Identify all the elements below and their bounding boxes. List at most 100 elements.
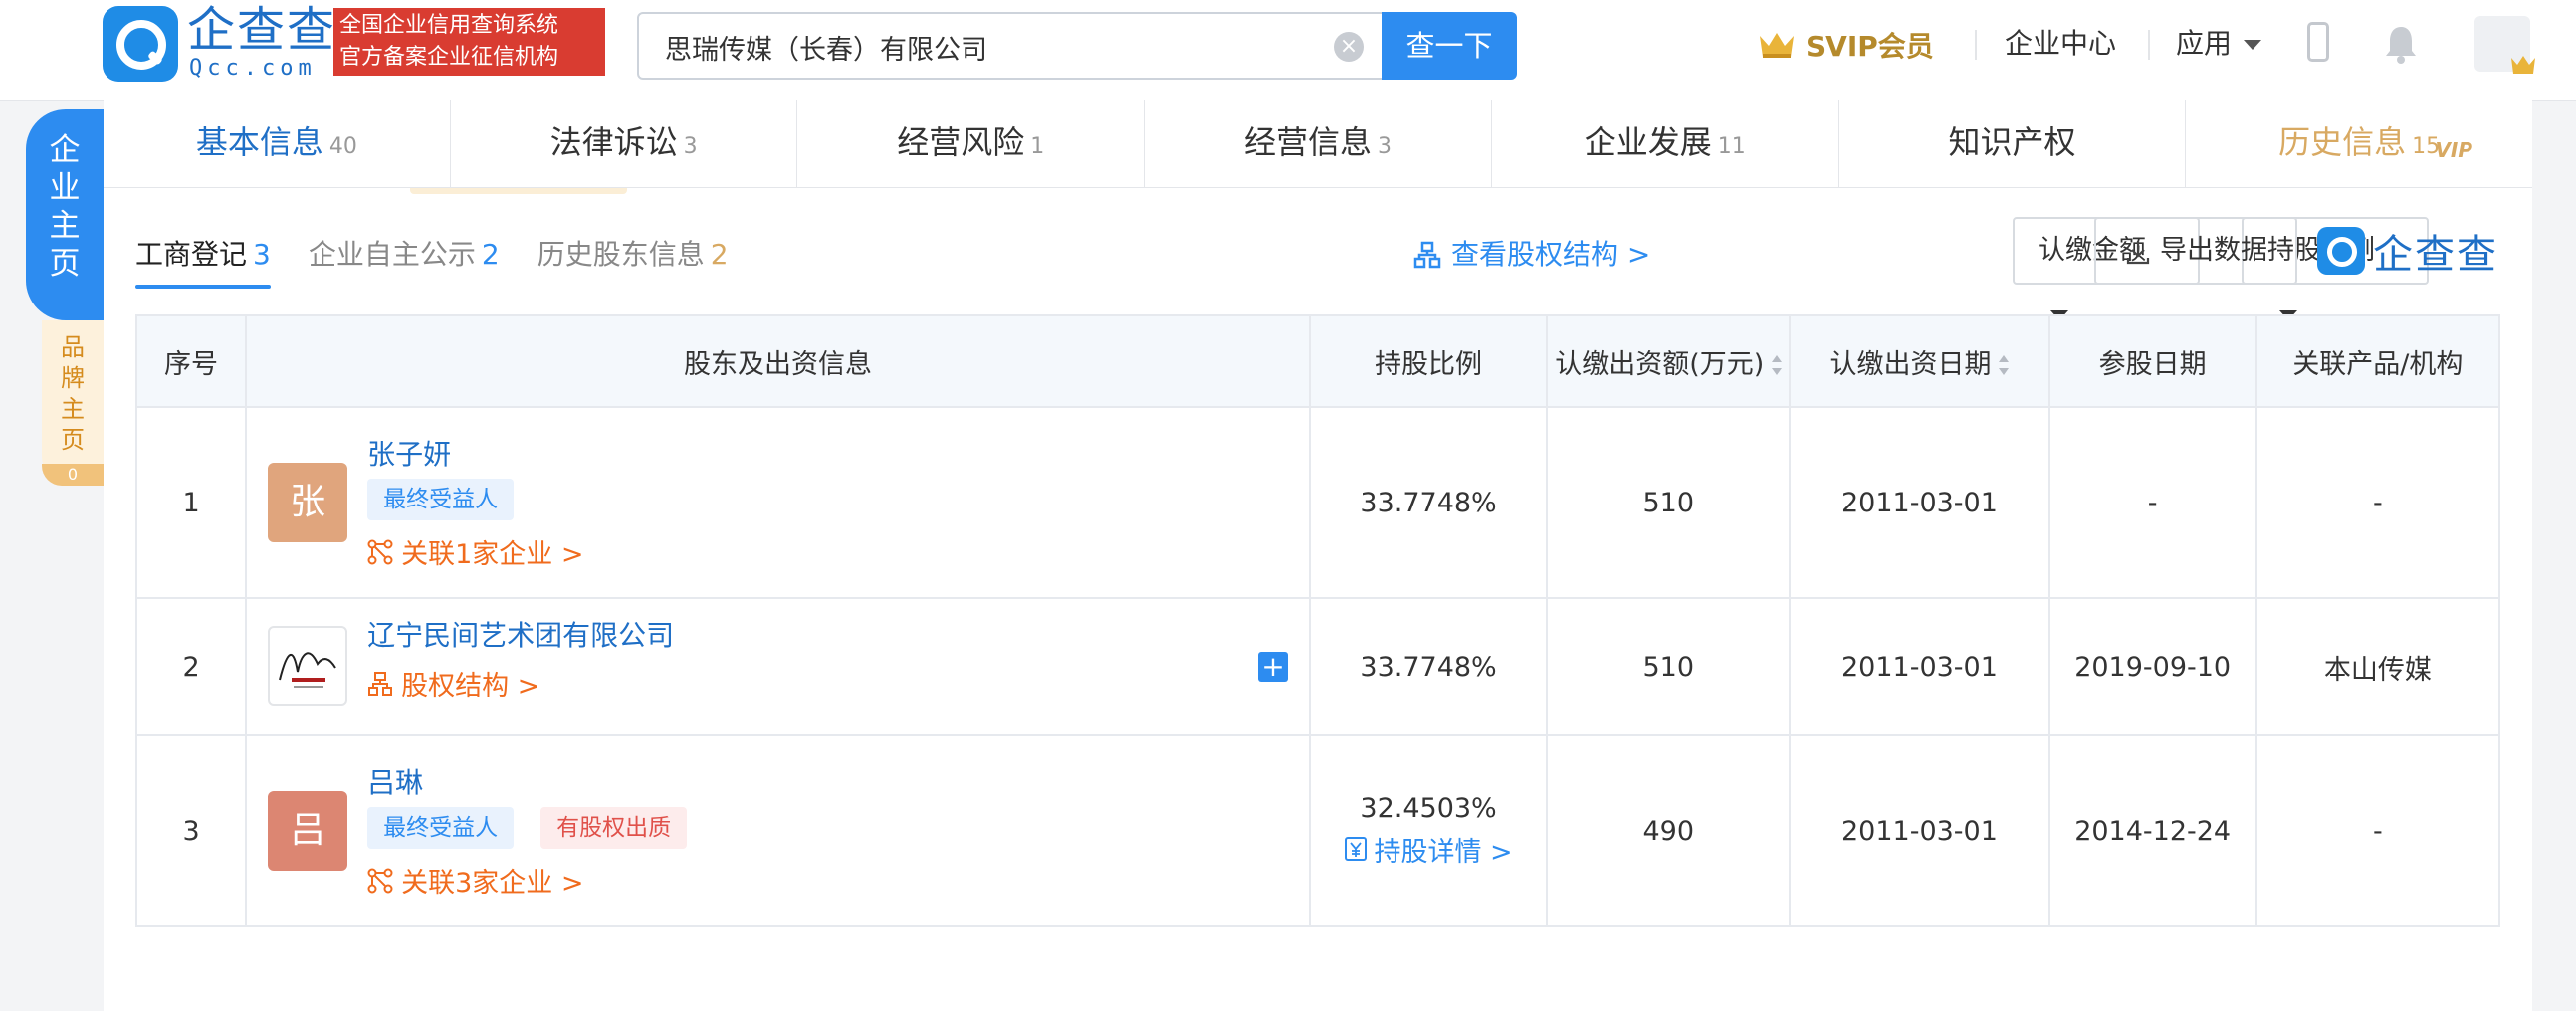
tab-basic-info[interactable]: 基本信息 40	[104, 100, 451, 187]
search-button[interactable]: 查一下	[1382, 12, 1517, 80]
shareholder-name-link[interactable]: 辽宁民间艺术团有限公司	[367, 614, 674, 654]
equity-pledge-tag: 有股权出质	[540, 807, 688, 849]
tab-development[interactable]: 企业发展 11	[1492, 100, 1839, 187]
tab-label: 经营风险	[897, 123, 1025, 161]
subtab-self-disclosure[interactable]: 企业自主公示 2	[309, 233, 500, 283]
table-header-row: 序号 股东及出资信息 持股比例 认缴出资额(万元) 认缴出资日期 参股日期 关联…	[134, 314, 2501, 408]
cell-amount: 510	[1546, 406, 1792, 599]
side-char: 页	[61, 426, 85, 454]
col-header-shareholder: 股东及出资信息	[245, 314, 1311, 408]
tab-ip[interactable]: 知识产权	[1839, 100, 2187, 187]
tab-business-info[interactable]: 经营信息 3	[1145, 100, 1492, 187]
related-product-link[interactable]: 本山传媒	[2254, 597, 2501, 736]
tab-label: 知识产权	[1948, 123, 2076, 161]
slogan-line-1: 全国企业信用查询系统	[339, 13, 559, 38]
logo-name[interactable]: 企查查	[187, 2, 336, 58]
cell-join-date: 2019-09-10	[2047, 597, 2257, 736]
equity-link-label: 股权结构 >	[401, 671, 540, 702]
beneficiary-tag: 最终受益人	[367, 807, 515, 849]
tab-history[interactable]: 历史信息 15 VIP	[2186, 100, 2532, 187]
side-char: 主	[49, 208, 81, 244]
apps-label: 应用	[2176, 27, 2233, 60]
shareholder-table: 序号 股东及出资信息 持股比例 认缴出资额(万元) 认缴出资日期 参股日期 关联…	[134, 314, 2501, 927]
equity-structure-link[interactable]: 股权结构 >	[367, 664, 539, 703]
tab-count: 1	[1030, 134, 1045, 159]
side-char: 企	[49, 132, 81, 168]
apps-menu[interactable]: 应用	[2176, 24, 2262, 64]
qcc-mark-icon	[2317, 227, 2365, 275]
bell-icon[interactable]	[2383, 24, 2419, 64]
cell-shareholder: 吕 吕琳 最终受益人 有股权出质 关联3家企业 >	[245, 734, 1311, 927]
export-data-button[interactable]: 导出数据	[2094, 217, 2297, 285]
tab-label: 法律诉讼	[549, 123, 678, 161]
subtab-count: 3	[253, 238, 271, 271]
shareholder-name-link[interactable]: 吕琳	[367, 761, 423, 801]
qcc-logo-icon[interactable]	[103, 6, 178, 82]
cell-date: 2011-03-01	[1789, 597, 2050, 736]
download-icon	[2126, 240, 2150, 264]
user-avatar[interactable]	[2474, 16, 2535, 74]
col-header-date[interactable]: 认缴出资日期	[1789, 314, 2050, 408]
cell-shareholder: 张 张子妍 最终受益人 关联1家企业 >	[245, 406, 1311, 599]
main-tabs: 基本信息 40 法律诉讼 3 经营风险 1 经营信息 3 企业发展 11 知识产权 历史信…	[104, 100, 2532, 188]
sort-icon[interactable]	[1999, 355, 2010, 375]
clear-icon[interactable]: ×	[1334, 32, 1364, 62]
cell-ratio: 32.4503% 持股详情 >	[1308, 734, 1549, 927]
equity-link-label: 查看股权结构 >	[1451, 238, 1651, 271]
header-divider	[1975, 30, 1977, 60]
org-chart-icon	[1413, 241, 1441, 269]
tab-label: 经营信息	[1244, 123, 1373, 161]
enterprise-center-link[interactable]: 企业中心	[2005, 24, 2116, 64]
col-header-ratio: 持股比例	[1308, 314, 1549, 408]
tab-label: 基本信息	[195, 123, 323, 161]
tab-count: 3	[683, 134, 698, 159]
side-char: 页	[49, 246, 81, 282]
cell-date: 2011-03-01	[1789, 734, 2050, 927]
mobile-icon[interactable]	[2307, 22, 2329, 62]
tab-label: 企业发展	[1584, 123, 1712, 161]
col-header-index: 序号	[134, 314, 248, 408]
related-link-label: 关联3家企业 >	[401, 868, 584, 899]
col-header-amount[interactable]: 认缴出资额(万元)	[1546, 314, 1792, 408]
subtab-count: 2	[710, 238, 729, 271]
col-header-join-date: 参股日期	[2047, 314, 2257, 408]
side-char: 品	[61, 333, 85, 361]
svip-button[interactable]: SVIP会员	[1758, 22, 1934, 68]
cell-related: -	[2254, 406, 2501, 599]
cell-amount: 490	[1546, 734, 1792, 927]
sub-tabs: 工商登记 3 企业自主公示 2 历史股东信息 2	[135, 233, 729, 289]
expand-plus-icon[interactable]: +	[1257, 652, 1288, 682]
cell-ratio: 33.7748%	[1308, 597, 1549, 736]
yen-doc-icon	[1345, 837, 1368, 862]
cell-related: -	[2254, 734, 2501, 927]
subtab-history-shareholders[interactable]: 历史股东信息 2	[537, 233, 729, 283]
holding-detail-link[interactable]: 持股详情 >	[1344, 830, 1513, 869]
sort-icon[interactable]	[1772, 355, 1783, 375]
col-header-date-label: 认缴出资日期	[1829, 348, 1992, 380]
brand-count-badge: 0	[42, 464, 104, 486]
related-companies-link[interactable]: 关联3家企业 >	[367, 861, 583, 900]
vip-crown-icon	[2511, 56, 2535, 74]
subtab-label: 企业自主公示	[308, 238, 476, 271]
table-row: 1 张 张子妍 最终受益人 关联1家企业 > 33.7748% 510 2011…	[134, 406, 2501, 599]
qcc-mini-name: 企查查	[2373, 232, 2498, 278]
holding-detail-label: 持股详情 >	[1374, 836, 1513, 868]
cell-index: 1	[134, 406, 248, 599]
tab-business-risk[interactable]: 经营风险 1	[797, 100, 1146, 187]
company-logo-icon	[268, 626, 348, 706]
cell-index: 3	[134, 734, 248, 927]
related-companies-link[interactable]: 关联1家企业 >	[367, 532, 583, 571]
company-logo-art	[279, 652, 336, 688]
view-equity-structure-link[interactable]: 查看股权结构 >	[1413, 227, 1650, 283]
subtab-registration[interactable]: 工商登记 3	[135, 233, 271, 289]
relation-graph-icon	[367, 868, 393, 893]
search-input[interactable]	[663, 24, 1304, 70]
side-tab-company-home[interactable]: 企 业 主 页	[26, 109, 104, 320]
slogan-line-2: 官方备案企业征信机构	[339, 45, 559, 70]
cell-index: 2	[134, 597, 248, 736]
side-tab-brand-home[interactable]: 品 牌 主 页 0	[42, 320, 104, 486]
side-char: 业	[49, 170, 81, 206]
tab-label: 历史信息	[2278, 123, 2407, 161]
tab-lawsuits[interactable]: 法律诉讼 3	[451, 100, 798, 187]
shareholder-name-link[interactable]: 张子妍	[367, 433, 451, 473]
